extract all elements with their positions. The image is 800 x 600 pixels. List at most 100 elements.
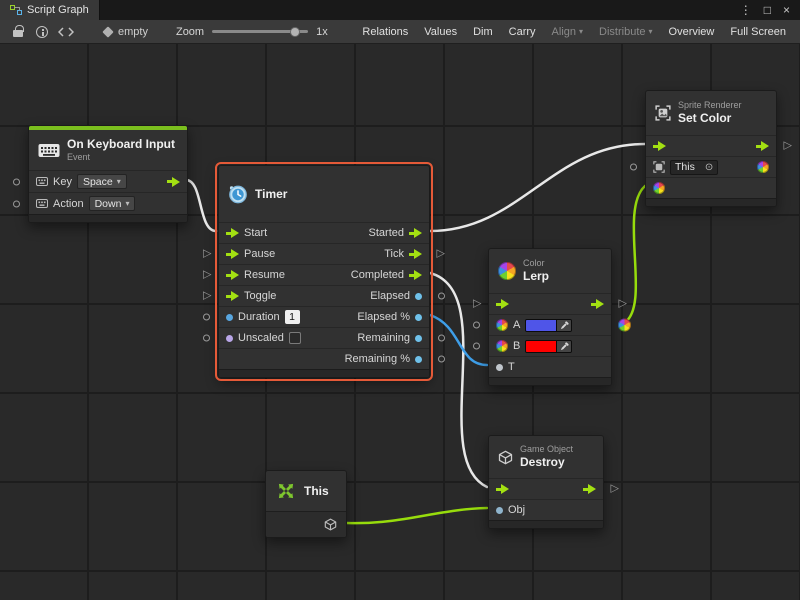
port-remaining-ext[interactable] [438,335,445,342]
duration-value-field[interactable]: 1 [285,310,300,324]
node-destroy[interactable]: Game Object Destroy ▷ Obj [488,435,604,529]
obj-label: Obj [508,504,525,516]
wire-this-to-destroy-obj[interactable] [347,508,487,523]
port-b-ext[interactable] [473,343,480,350]
port-resume[interactable] [226,270,239,280]
port-flow-out-ext[interactable]: ▷ [784,141,792,152]
port-t[interactable] [496,364,503,371]
action-dropdown[interactable]: Down▾ [89,196,136,211]
port-row-flow: ▷ [489,478,603,499]
port-resume-ext[interactable]: ▷ [203,270,211,281]
relations-button[interactable]: Relations [354,20,416,43]
port-result-color[interactable] [618,319,631,332]
port-target-ext[interactable] [630,164,637,171]
values-button[interactable]: Values [416,20,465,43]
cube-icon [498,450,513,465]
zoom-slider-knob[interactable] [290,27,300,37]
port-row-start-started: Start Started [219,222,429,243]
eyedropper-icon[interactable] [556,320,571,331]
port-row-action: Action Down▾ [29,192,187,214]
info-icon[interactable] [30,20,54,43]
port-flow-out[interactable] [756,141,769,151]
port-tick-ext[interactable]: ▷ [437,249,445,260]
port-unscaled[interactable] [226,335,233,342]
distribute-button[interactable]: Distribute▾ [591,20,660,43]
port-trigger-output[interactable] [167,177,180,187]
port-key-input[interactable] [13,178,20,185]
port-flow-out-ext[interactable]: ▷ [611,484,619,495]
port-remaining-pct[interactable] [415,356,422,363]
port-toggle-ext[interactable]: ▷ [203,291,211,302]
port-duration[interactable] [226,314,233,321]
carry-button[interactable]: Carry [501,20,544,43]
unscaled-checkbox[interactable] [289,332,301,344]
toggle-label: Toggle [244,290,276,302]
port-row-toggle-elapsed: ▷ Toggle Elapsed [219,285,429,306]
eyedropper-icon[interactable] [556,341,571,352]
port-row-resume-completed: ▷ Resume Completed [219,264,429,285]
port-flow-in[interactable] [653,141,666,151]
node-this[interactable]: This [265,470,347,538]
graph-breadcrumb[interactable]: empty [104,26,148,38]
wire-lerp-to-setcolor-color[interactable] [624,186,645,323]
port-flow-in[interactable] [496,484,509,494]
code-icon[interactable] [54,20,78,43]
dim-button[interactable]: Dim [465,20,501,43]
port-color-in[interactable] [653,182,665,194]
port-a-ext[interactable] [473,322,480,329]
align-button[interactable]: Align▾ [544,20,591,43]
port-unscaled-ext[interactable] [203,335,210,342]
port-action-input[interactable] [13,200,20,207]
chevron-down-icon: ▾ [117,177,121,186]
node-category: Game Object [520,444,573,455]
port-pause[interactable] [226,249,239,259]
port-pause-ext[interactable]: ▷ [203,249,211,260]
port-completed[interactable] [409,270,422,280]
port-flow-in[interactable] [496,299,509,309]
fullscreen-button[interactable]: Full Screen [722,20,794,43]
window-menu-icon[interactable]: ⋮ [740,3,752,17]
port-elapsed-ext[interactable] [438,293,445,300]
node-on-keyboard-input[interactable]: On Keyboard Input Event Key Space▾ Actio… [28,125,188,223]
port-elapsed[interactable] [415,293,422,300]
port-self-output[interactable] [324,518,337,531]
zoom-slider[interactable] [212,30,308,33]
action-icon [36,199,48,208]
port-start[interactable] [226,228,239,238]
port-row-a: A [489,314,611,335]
port-remaining-pct-ext[interactable] [438,356,445,363]
graph-asset-icon [102,26,113,37]
node-timer[interactable]: Timer Start Started ▷ ▷ Pause Tick ▷ Res… [218,165,430,378]
port-obj[interactable] [496,507,503,514]
port-tick[interactable] [409,249,422,259]
port-renderer-out[interactable] [757,161,769,173]
node-title: On Keyboard Input [67,137,175,151]
port-flow-in-ext[interactable]: ▷ [473,299,481,310]
node-set-color[interactable]: Sprite Renderer Set Color ▷ This ⊙ [645,90,777,207]
color-b-field[interactable] [525,340,572,353]
key-dropdown[interactable]: Space▾ [77,174,127,189]
color-a-field[interactable] [525,319,572,332]
overview-button[interactable]: Overview [661,20,723,43]
started-label: Started [369,227,404,239]
window-maximize-icon[interactable]: □ [764,3,771,17]
port-remaining[interactable] [415,335,422,342]
node-title: Lerp [523,269,549,283]
graph-canvas[interactable]: On Keyboard Input Event Key Space▾ Actio… [0,44,800,600]
object-picker-icon[interactable]: ⊙ [705,162,713,173]
port-toggle[interactable] [226,291,239,301]
node-color-lerp[interactable]: Color Lerp ▷ ▷ A B [488,248,612,386]
wire-timer-started-to-setcolor[interactable] [430,144,645,231]
port-elapsed-pct[interactable] [415,314,422,321]
port-row-duration-elapsedpct: Duration1 Elapsed % [219,306,429,327]
port-flow-out[interactable] [583,484,596,494]
target-object-field[interactable]: This ⊙ [670,160,718,175]
tab-script-graph[interactable]: Script Graph [0,0,100,20]
wire-keyboard-to-timer-start[interactable] [186,180,216,231]
port-started[interactable] [409,228,422,238]
lock-icon[interactable] [6,20,30,43]
port-duration-ext[interactable] [203,314,210,321]
window-close-icon[interactable]: × [783,3,790,17]
port-flow-out[interactable] [591,299,604,309]
port-flow-out-ext[interactable]: ▷ [619,299,627,310]
